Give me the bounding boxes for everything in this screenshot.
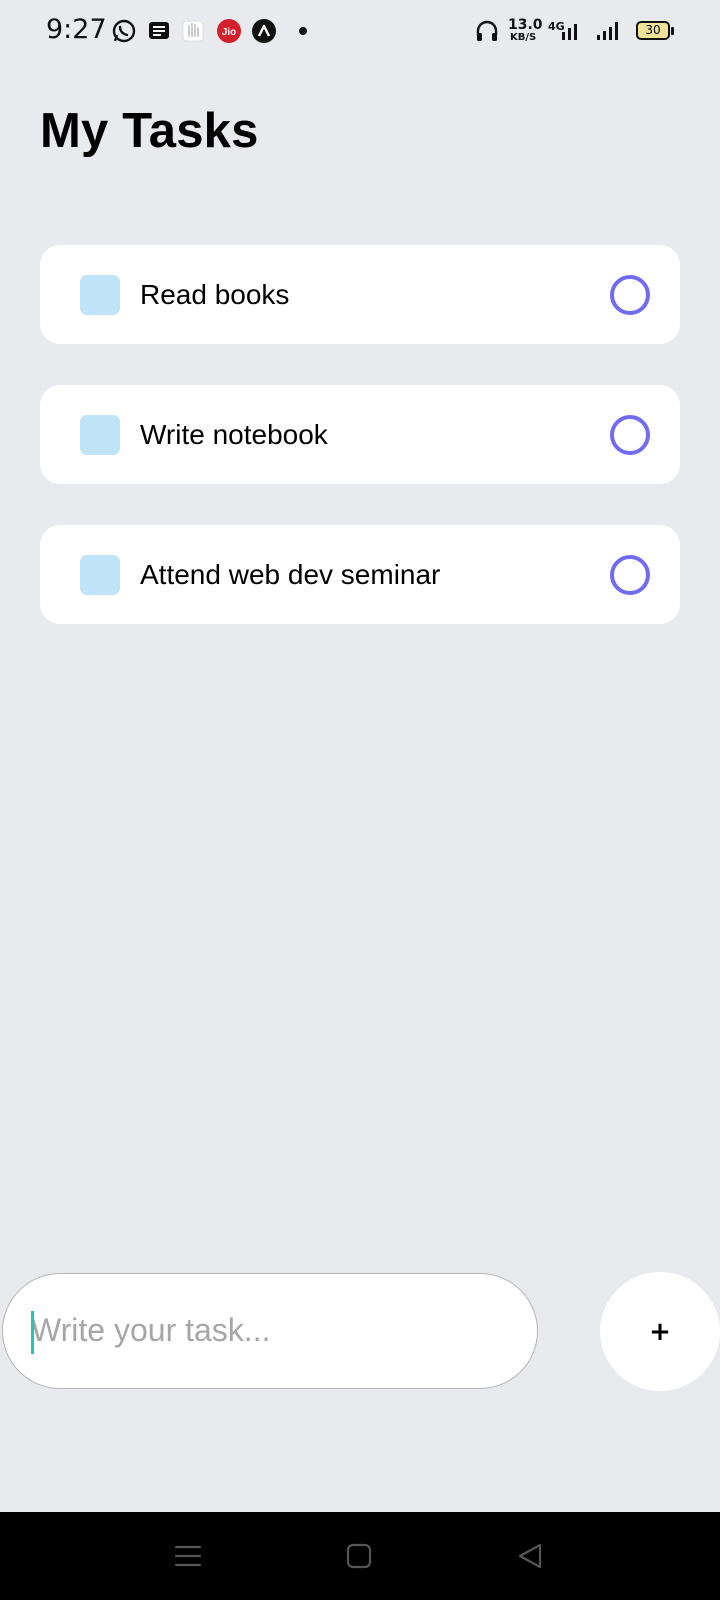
task-label: Write notebook [140,419,328,450]
message-icon [149,22,169,39]
jio-icon: Jio [217,19,241,43]
task-card[interactable]: Write notebook [40,385,680,484]
task-label: Attend web dev seminar [140,559,441,590]
add-task-button[interactable]: + [600,1272,720,1391]
home-icon[interactable] [339,1536,379,1576]
menu-icon[interactable] [168,1536,208,1576]
back-icon[interactable] [510,1536,550,1576]
task-complete-circle-icon[interactable] [610,415,650,455]
task-label: Read books [140,279,290,310]
status-bar: 9:27 Jio 13.0 KB/S 4G 30 [0,0,720,64]
task-square-icon[interactable] [80,415,120,455]
whatsapp-icon [112,19,136,43]
text-caret [31,1311,34,1354]
app-a-icon [252,19,276,43]
system-nav-bar [0,1512,720,1600]
status-time: 9:27 [46,14,107,45]
svg-text:Jio: Jio [222,27,236,38]
headphones-icon [476,20,498,41]
task-card[interactable]: Read books [40,245,680,344]
task-input[interactable] [31,1274,511,1387]
network-speed-value: 13.0 [508,17,543,33]
task-list: Read books Write notebook Attend web dev… [40,245,680,665]
notification-dot-icon [299,27,307,35]
task-input-container[interactable] [2,1273,538,1389]
battery-tip [671,27,674,35]
signal-icon [597,22,618,40]
task-square-icon[interactable] [80,275,120,315]
hand-icon [182,20,204,42]
battery-level: 30 [645,23,661,37]
task-card[interactable]: Attend web dev seminar [40,525,680,624]
battery-icon: 30 [636,21,670,40]
task-complete-circle-icon[interactable] [610,555,650,595]
signal-4g-icon [562,24,577,40]
network-speed-unit: KB/S [510,32,537,43]
task-square-icon[interactable] [80,555,120,595]
task-complete-circle-icon[interactable] [610,275,650,315]
page-title: My Tasks [40,104,259,158]
